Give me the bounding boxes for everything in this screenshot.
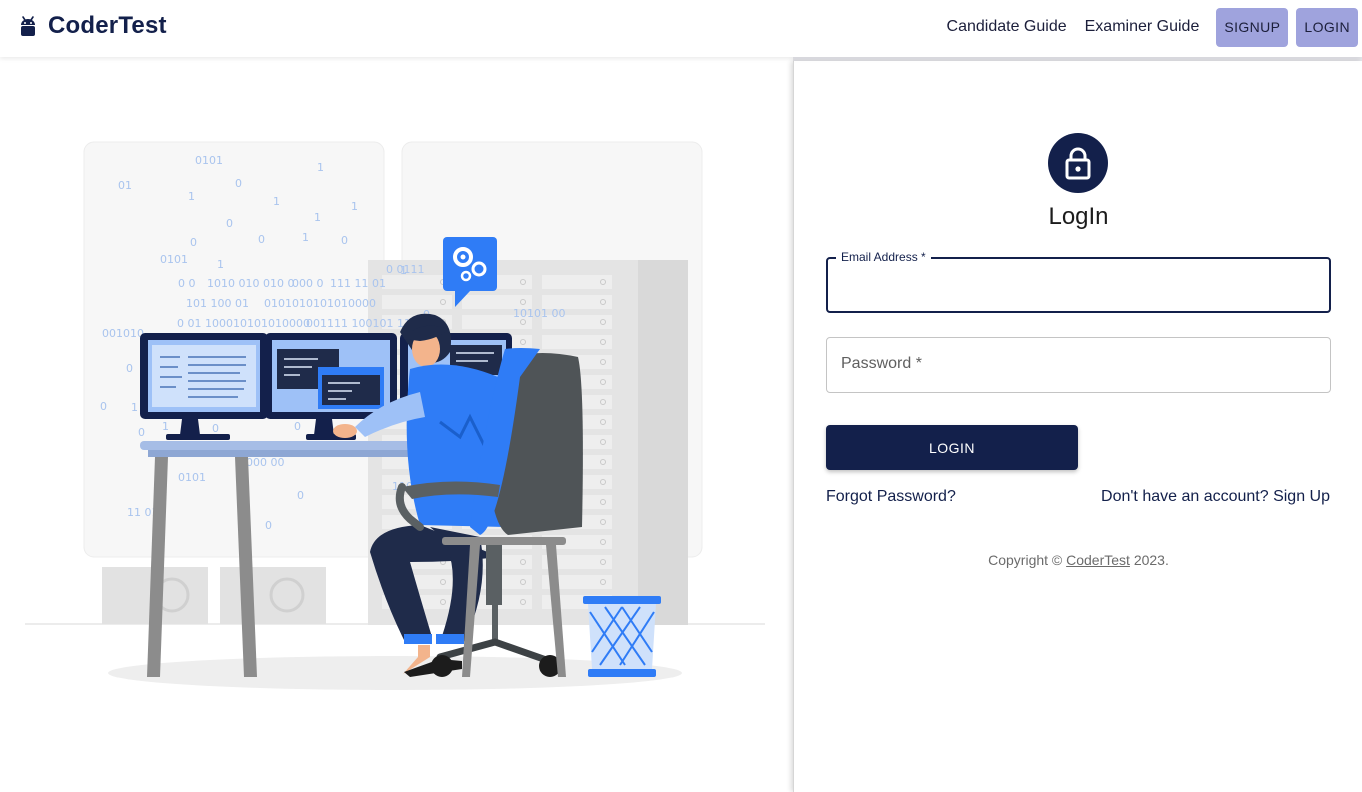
binary-digit: 0	[235, 177, 242, 190]
binary-digit: 0	[126, 362, 133, 375]
nav-link-candidate-guide[interactable]: Candidate Guide	[938, 7, 1076, 47]
binary-digit: 1	[302, 231, 309, 244]
binary-digit: 0101	[160, 253, 188, 266]
nav-signup-button[interactable]: SIGNUP	[1216, 7, 1289, 47]
lock-icon	[1065, 147, 1091, 180]
navbar: CoderTest Candidate Guide Examiner Guide…	[0, 0, 1362, 57]
lock-avatar	[1048, 133, 1108, 193]
binary-digit: 111 11 01	[330, 277, 386, 290]
form-title: LogIn	[1048, 203, 1109, 230]
login-panel: LogIn Email Address * Password * LOGIN F…	[793, 61, 1362, 792]
binary-digit: 1	[400, 264, 407, 277]
binary-digit: 0	[190, 236, 197, 249]
binary-digit: 0101010101010000	[264, 297, 376, 310]
binary-digit: 1	[131, 401, 138, 414]
binary-digit: 0	[294, 420, 301, 433]
forgot-password-link[interactable]: Forgot Password?	[826, 488, 956, 506]
binary-digit: 1010 010 010 0	[207, 277, 294, 290]
copyright-suffix: 2023.	[1129, 552, 1169, 568]
binary-digit: 0	[212, 422, 219, 435]
binary-digit: 000 00	[246, 456, 285, 469]
binary-digit: 1	[317, 161, 324, 174]
rack-slot	[382, 295, 452, 309]
binary-digit: 0	[265, 519, 272, 532]
binary-digit: 001010	[102, 327, 144, 340]
developer-at-desk-illustration: 0101101101 10 10 0 1 00101 10 0 1010 010 010 00…	[25, 141, 765, 690]
password-input[interactable]	[827, 338, 1330, 392]
binary-digit: 1	[351, 200, 358, 213]
binary-digit: 0101	[195, 154, 223, 167]
binary-digit: 0	[258, 233, 265, 246]
email-input[interactable]	[828, 259, 1329, 311]
binary-digit: 000 0	[292, 277, 324, 290]
android-icon	[21, 16, 35, 36]
binary-digit: 0 0	[178, 277, 196, 290]
signup-link[interactable]: Don't have an account? Sign Up	[1101, 488, 1330, 506]
rack-slot	[542, 275, 612, 289]
email-field[interactable]: Email Address *	[826, 250, 1331, 313]
copyright: Copyright © CoderTest 2023.	[794, 552, 1362, 568]
binary-digit: 0	[226, 217, 233, 230]
binary-digit: 10101 00	[513, 307, 566, 320]
binary-digit: 1	[273, 195, 280, 208]
nav-link-examiner-guide[interactable]: Examiner Guide	[1076, 7, 1209, 47]
brand[interactable]: CoderTest	[19, 12, 167, 40]
binary-digit: 1	[314, 211, 321, 224]
binary-digit: 1	[217, 258, 224, 271]
binary-digit: 0	[100, 400, 107, 413]
illustration-panel: 0101 1 01 1 0 1 1 0 1 0 0 1 0 0101 1 0 0 1010 010 010 00…	[0, 57, 793, 792]
binary-digit: 01	[118, 179, 132, 192]
login-submit-button[interactable]: LOGIN	[826, 425, 1078, 470]
rack-slot	[382, 275, 452, 289]
password-field[interactable]: Password *	[826, 337, 1331, 393]
nav-links: Candidate Guide Examiner Guide SIGNUP LO…	[938, 7, 1358, 47]
brand-name: CoderTest	[48, 12, 167, 39]
binary-digit: 0101	[178, 471, 206, 484]
copyright-brand-link[interactable]: CoderTest	[1066, 552, 1130, 568]
binary-digit: 0	[138, 426, 145, 439]
binary-digit: 0	[297, 489, 304, 502]
binary-digit: 101 100 01	[186, 297, 249, 310]
binary-digit: 001111 100101 110	[306, 317, 418, 330]
copyright-prefix: Copyright ©	[988, 552, 1067, 568]
rack-slot	[542, 335, 612, 349]
binary-digit: 1	[162, 420, 169, 433]
binary-digit: 0 01 100010101010000	[177, 317, 310, 330]
binary-digit: 0	[341, 234, 348, 247]
nav-login-button[interactable]: LOGIN	[1296, 7, 1358, 47]
binary-digit: 1	[188, 190, 195, 203]
